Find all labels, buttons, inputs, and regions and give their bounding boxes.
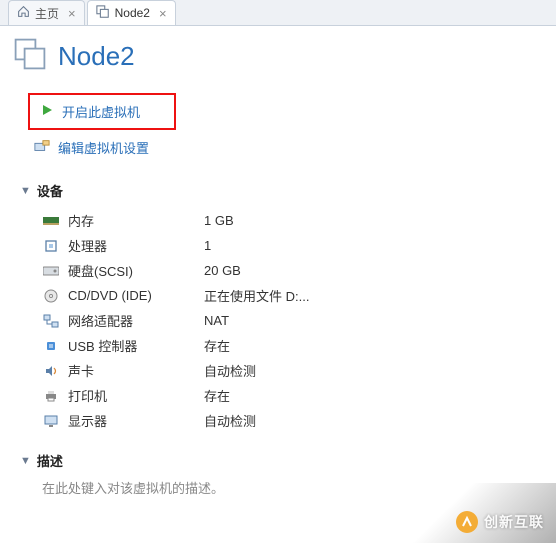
settings-icon <box>34 139 50 156</box>
device-label: CD/DVD (IDE) <box>68 288 196 303</box>
device-usb[interactable]: USB 控制器 存在 <box>42 333 556 358</box>
sound-icon <box>42 363 60 379</box>
usb-icon <box>42 338 60 354</box>
watermark: 创新互联 <box>456 511 544 533</box>
device-label: USB 控制器 <box>68 336 196 355</box>
display-icon <box>42 413 60 429</box>
action-label: 编辑虚拟机设置 <box>58 138 149 157</box>
device-disk[interactable]: 硬盘(SCSI) 20 GB <box>42 258 556 283</box>
description-header[interactable]: ▼ 描述 <box>20 447 556 478</box>
device-label: 处理器 <box>68 236 196 255</box>
device-value: 1 <box>204 238 211 253</box>
action-label: 开启此虚拟机 <box>62 102 140 121</box>
device-value: 20 GB <box>204 263 241 278</box>
devices-section: ▼ 设备 内存 1 GB 处理器 1 硬盘(SCSI) 20 GB CD/DVD… <box>0 177 556 447</box>
section-title: 描述 <box>37 451 63 470</box>
power-on-button[interactable]: 开启此虚拟机 <box>34 98 146 125</box>
section-title: 设备 <box>37 181 63 200</box>
tab-node2[interactable]: Node2 × <box>87 0 176 25</box>
edit-settings-button[interactable]: 编辑虚拟机设置 <box>28 134 556 161</box>
printer-icon <box>42 388 60 404</box>
vm-group-icon <box>96 5 110 22</box>
devices-header[interactable]: ▼ 设备 <box>20 177 556 208</box>
device-memory[interactable]: 内存 1 GB <box>42 208 556 233</box>
home-icon <box>17 5 30 21</box>
device-value: 自动检测 <box>204 411 256 430</box>
device-value: 正在使用文件 D:... <box>204 286 309 305</box>
device-label: 网络适配器 <box>68 311 196 330</box>
device-list: 内存 1 GB 处理器 1 硬盘(SCSI) 20 GB CD/DVD (IDE… <box>42 208 556 433</box>
device-label: 内存 <box>68 211 196 230</box>
chevron-down-icon: ▼ <box>20 185 31 197</box>
device-sound[interactable]: 声卡 自动检测 <box>42 358 556 383</box>
device-value: 存在 <box>204 336 230 355</box>
device-label: 打印机 <box>68 386 196 405</box>
cpu-icon <box>42 238 60 254</box>
device-cpu[interactable]: 处理器 1 <box>42 233 556 258</box>
watermark-logo-icon <box>456 511 478 533</box>
vm-group-icon <box>12 36 48 77</box>
watermark-text: 创新互联 <box>484 512 544 532</box>
play-icon <box>40 103 54 120</box>
device-label: 显示器 <box>68 411 196 430</box>
device-value: NAT <box>204 313 229 328</box>
tab-label: Node2 <box>115 6 150 20</box>
network-icon <box>42 313 60 329</box>
cd-icon <box>42 288 60 304</box>
tab-label: 主页 <box>35 5 59 22</box>
device-value: 自动检测 <box>204 361 256 380</box>
device-value: 存在 <box>204 386 230 405</box>
device-display[interactable]: 显示器 自动检测 <box>42 408 556 433</box>
device-cd[interactable]: CD/DVD (IDE) 正在使用文件 D:... <box>42 283 556 308</box>
close-icon[interactable]: × <box>68 6 76 21</box>
tab-home[interactable]: 主页 × <box>8 0 85 25</box>
disk-icon <box>42 263 60 279</box>
tab-bar: 主页 × Node2 × <box>0 0 556 26</box>
vm-actions: 开启此虚拟机 编辑虚拟机设置 <box>0 91 556 177</box>
close-icon[interactable]: × <box>159 6 167 21</box>
highlight-box: 开启此虚拟机 <box>28 93 176 130</box>
chevron-down-icon: ▼ <box>20 455 31 467</box>
device-label: 声卡 <box>68 361 196 380</box>
memory-icon <box>42 213 60 229</box>
page-title: Node2 <box>58 41 135 72</box>
device-network[interactable]: 网络适配器 NAT <box>42 308 556 333</box>
device-value: 1 GB <box>204 213 234 228</box>
vm-title-row: Node2 <box>0 26 556 91</box>
device-label: 硬盘(SCSI) <box>68 261 196 280</box>
device-printer[interactable]: 打印机 存在 <box>42 383 556 408</box>
